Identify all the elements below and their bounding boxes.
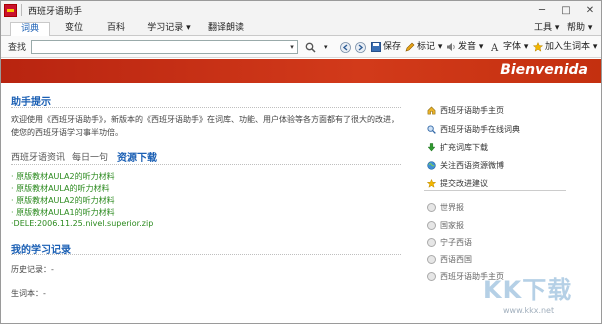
download-link-1[interactable]: · 原版教材AULA2的听力材料	[11, 171, 115, 182]
records-divider	[11, 254, 401, 255]
search-history-dropdown[interactable]: ▾	[287, 41, 297, 53]
radio-ningzi-label: 宁子西语	[440, 238, 472, 247]
star-icon	[427, 179, 436, 188]
radio-el-mundo-label: 世界报	[440, 203, 464, 212]
link-online-dictionary[interactable]: 西班牙语助手在线词典	[427, 124, 520, 135]
floppy-icon	[371, 42, 381, 52]
radio-el-pais-label: 国家报	[440, 221, 464, 230]
close-button[interactable]: ✕	[578, 0, 602, 20]
tab-bar: 词典 变位 百科 学习记录 ▾ 翻译朗读 工具 ▾ 帮助 ▾	[0, 20, 602, 36]
subtab-daily-sentence[interactable]: 每日一句	[72, 150, 108, 163]
speak-button[interactable]: 发音 ▾	[446, 40, 483, 54]
subtab-divider	[11, 164, 401, 165]
watermark: KK下载 www.kkx.net	[481, 270, 599, 322]
save-button[interactable]: 保存	[371, 40, 401, 54]
speaker-icon	[447, 43, 455, 51]
subtab-downloads[interactable]: 资源下载	[117, 149, 157, 164]
add-vocab-label: 加入生词本 ▾	[545, 42, 598, 52]
radio-xiyu-xiguo-label: 西语西国	[440, 255, 472, 264]
tab-encyclopedia[interactable]: 百科	[100, 22, 132, 36]
radio-circle-icon	[427, 203, 436, 212]
help-title: 助手提示	[11, 97, 51, 108]
toolbar: 查找 ▾ ▾ 保存 标记 ▾ 发音 ▾ A 字体 ▾ 加入生词本 ▾	[0, 36, 602, 58]
mark-label: 标记 ▾	[417, 42, 443, 52]
download-link-2[interactable]: · 原版教材AULA的听力材料	[11, 183, 110, 194]
search-label: 查找	[8, 43, 27, 53]
subtab-news[interactable]: 西班牙语资讯	[11, 150, 65, 163]
app-flag-icon	[4, 3, 17, 17]
maximize-button[interactable]: □	[554, 0, 578, 20]
add-vocab-button[interactable]: 加入生词本 ▾	[533, 40, 597, 54]
pencil-icon	[405, 42, 415, 52]
link-extra-dictionaries-label: 扩充词库下载	[440, 143, 488, 152]
download-link-3[interactable]: · 原版教材AULA2的听力材料	[11, 195, 115, 206]
radio-circle-icon	[427, 221, 436, 230]
forward-button[interactable]	[355, 40, 366, 54]
radio-circle-icon	[427, 255, 436, 264]
font-label: 字体 ▾	[503, 42, 529, 52]
radio-circle-icon	[427, 272, 436, 281]
watermark-url: www.kkx.net	[503, 306, 555, 315]
tab-dictionary[interactable]: 词典	[10, 22, 50, 36]
welcome-banner: Bienvenida	[0, 59, 602, 83]
radio-el-pais[interactable]: 国家报	[427, 220, 464, 231]
help-text: 欢迎使用《西班牙语助手》，新版本的《西班牙语助手》在词库、功能、用户体验等各方面…	[11, 115, 399, 137]
tab-conjugation[interactable]: 变位	[58, 22, 90, 36]
vocab-record: 生词本：-	[11, 289, 46, 298]
right-panel-divider	[424, 190, 566, 191]
minimize-button[interactable]: ─	[530, 0, 554, 20]
zoom-dropdown[interactable]: ▾	[324, 40, 328, 54]
magnifier-icon	[305, 42, 316, 53]
home-icon	[427, 106, 436, 115]
radio-el-mundo[interactable]: 世界报	[427, 202, 464, 213]
title-bar: 西班牙语助手 ─ □ ✕	[0, 0, 602, 20]
font-button[interactable]: A 字体 ▾	[491, 40, 528, 54]
download-link-5[interactable]: ·DELE:2006.11.25.nivel.superior.zip	[11, 219, 153, 228]
font-icon: A	[491, 43, 499, 52]
tools-menu[interactable]: 工具 ▾	[534, 22, 559, 35]
speak-label: 发音 ▾	[458, 42, 484, 52]
window-title: 西班牙语助手	[28, 6, 83, 17]
link-weibo-label: 关注西语资源微博	[440, 161, 504, 170]
save-label: 保存	[383, 42, 402, 52]
tab-study-records[interactable]: 学习记录 ▾	[143, 22, 195, 36]
zoom-button[interactable]	[305, 40, 316, 54]
mark-button[interactable]: 标记 ▾	[405, 40, 442, 54]
window-controls: ─ □ ✕	[530, 0, 602, 20]
link-online-dictionary-label: 西班牙语助手在线词典	[440, 125, 520, 134]
watermark-logo: KK下载	[483, 276, 573, 304]
link-homepage-label: 西班牙语助手主页	[440, 106, 504, 115]
help-menu[interactable]: 帮助 ▾	[567, 22, 592, 35]
radio-ningzi[interactable]: 宁子西语	[427, 237, 472, 248]
back-button[interactable]	[340, 40, 351, 54]
link-feedback[interactable]: 提交改进建议	[427, 178, 488, 189]
title-divider	[21, 4, 22, 16]
radio-xiyu-xiguo[interactable]: 西语西国	[427, 254, 472, 265]
link-weibo[interactable]: 关注西语资源微博	[427, 160, 504, 171]
tab-translate-read[interactable]: 翻译朗读	[204, 22, 248, 36]
link-homepage[interactable]: 西班牙语助手主页	[427, 105, 504, 116]
svg-text:A: A	[491, 43, 499, 52]
arrow-left-icon	[340, 41, 351, 53]
link-extra-dictionaries[interactable]: 扩充词库下载	[427, 142, 488, 153]
download-link-4[interactable]: · 原版教材AULA1的听力材料	[11, 207, 115, 218]
arrow-right-icon	[355, 41, 366, 53]
globe-icon	[427, 161, 436, 170]
history-record: 历史记录：-	[11, 265, 54, 274]
search-input[interactable]: ▾	[31, 40, 298, 54]
search-icon	[427, 125, 436, 134]
star-icon	[533, 42, 543, 52]
download-icon	[427, 143, 436, 152]
help-divider	[11, 107, 401, 108]
radio-circle-icon	[427, 238, 436, 247]
banner-text: Bienvenida	[500, 62, 588, 78]
link-feedback-label: 提交改进建议	[440, 179, 488, 188]
